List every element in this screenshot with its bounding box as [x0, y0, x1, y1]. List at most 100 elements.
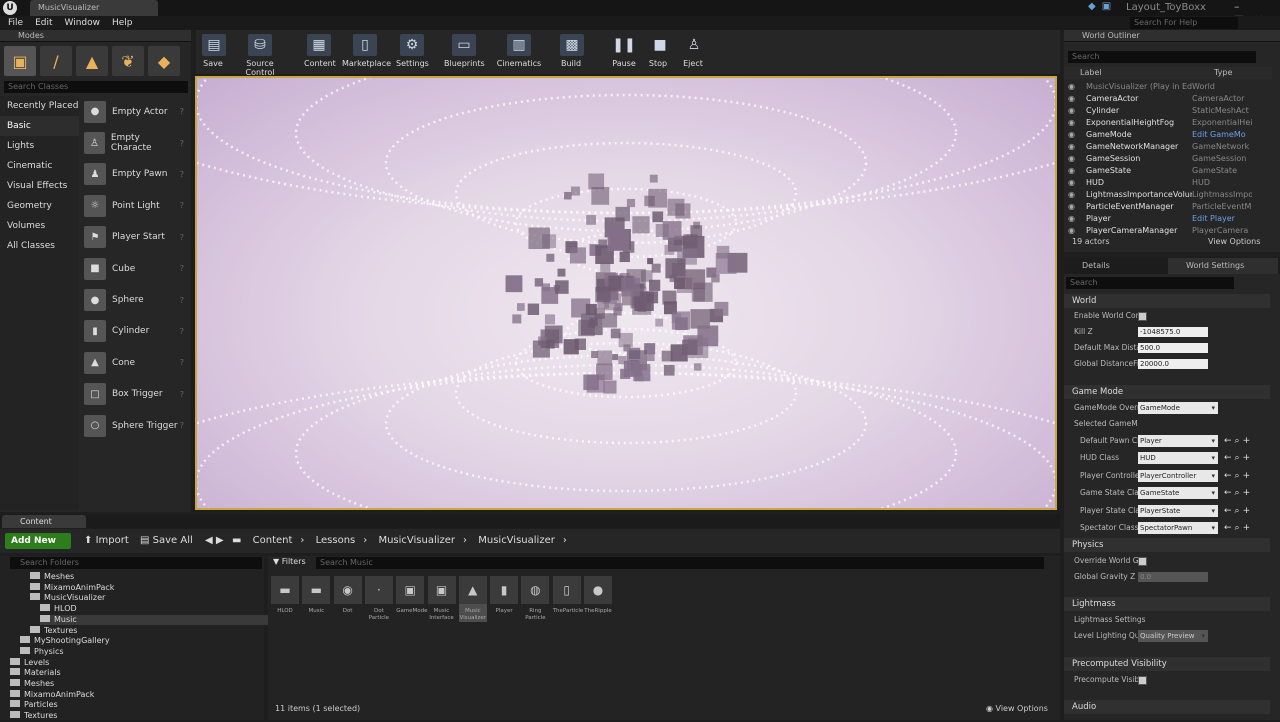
help-icon[interactable]: ?: [180, 421, 184, 430]
asset-search-input[interactable]: Search Music: [316, 557, 1044, 569]
col-label[interactable]: Label: [1080, 68, 1102, 77]
eye-icon[interactable]: ◉: [1068, 93, 1078, 105]
help-icon[interactable]: ?: [180, 201, 184, 210]
folder-search-input[interactable]: Search Folders: [10, 557, 262, 569]
class-point-light[interactable]: ☼ Point Light?: [80, 190, 190, 221]
cinematics-button[interactable]: ▥ Cinematics: [496, 34, 542, 68]
folder-item[interactable]: MixamoAnimPack: [10, 689, 94, 701]
settings-button[interactable]: ⚙ Settings: [396, 34, 429, 68]
filters-button[interactable]: ▼ Filters: [273, 557, 306, 566]
folder-item[interactable]: HLOD: [40, 604, 77, 615]
help-icon[interactable]: ?: [180, 264, 184, 273]
browse-icon[interactable]: ←⌕+: [1224, 468, 1253, 484]
class-dropdown[interactable]: PlayerState: [1138, 504, 1218, 517]
eye-icon[interactable]: ◉: [1068, 153, 1078, 165]
blueprints-button[interactable]: ▭ Blueprints: [444, 34, 485, 68]
outliner-row[interactable]: ◉ GameSession GameSession: [1068, 153, 1268, 165]
browse-icon[interactable]: ←⌕+: [1224, 433, 1253, 449]
lighting-quality-dropdown[interactable]: Quality Preview: [1138, 630, 1208, 642]
class-dropdown[interactable]: PlayerController: [1138, 469, 1218, 482]
browse-icon[interactable]: ←⌕+: [1224, 450, 1253, 466]
outliner-row[interactable]: ◉ ExponentialHeightFog ExponentialHei: [1068, 117, 1268, 129]
level-viewport[interactable]: [195, 76, 1057, 510]
category-visual-effects[interactable]: Visual Effects: [0, 176, 79, 196]
class-sphere[interactable]: ● Sphere?: [80, 284, 190, 315]
prop-lightmass-settings[interactable]: Lightmass Settings: [1064, 612, 1270, 628]
class-dropdown[interactable]: Player: [1138, 435, 1218, 447]
breadcrumb-musicvisualizer-sub[interactable]: MusicVisualizer: [478, 535, 555, 546]
folder-item[interactable]: MixamoAnimPack: [30, 582, 114, 594]
folder-item[interactable]: Meshes: [30, 572, 74, 583]
class-player-start[interactable]: ⚑ Player Start?: [80, 222, 190, 253]
folder-item[interactable]: Particles: [10, 700, 58, 711]
browse-icon[interactable]: ←⌕+: [1224, 485, 1253, 501]
browse-icon[interactable]: ←⌕+: [1224, 503, 1253, 519]
menu-help[interactable]: Help: [112, 18, 133, 28]
save-all-button[interactable]: ▤ Save All: [140, 533, 193, 549]
folder-item[interactable]: Materials: [10, 668, 61, 679]
history-nav[interactable]: ◀ ▶: [205, 533, 224, 549]
notifications-icon[interactable]: ▣: [1102, 1, 1111, 12]
help-icon[interactable]: ?: [180, 390, 184, 399]
eye-icon[interactable]: ◉: [1068, 129, 1078, 141]
class-empty-character[interactable]: ♙ Empty Characte?: [80, 127, 190, 158]
breadcrumb-musicvisualizer[interactable]: MusicVisualizer: [378, 535, 455, 546]
section-lightmass[interactable]: Lightmass: [1064, 597, 1270, 611]
help-icon[interactable]: ?: [180, 139, 184, 148]
eye-icon[interactable]: ◉: [1068, 81, 1078, 93]
category-all-classes[interactable]: All Classes: [0, 236, 79, 256]
unreal-logo-icon[interactable]: U: [3, 1, 17, 15]
geometry-mode-icon[interactable]: ◆: [148, 46, 180, 76]
folder-item[interactable]: Textures: [30, 625, 77, 637]
col-type[interactable]: Type: [1214, 68, 1232, 77]
landscape-mode-icon[interactable]: ▲: [76, 46, 108, 76]
asset-tile[interactable]: ◍ Ring Particle: [521, 576, 550, 622]
actor-type[interactable]: Edit GameMo: [1192, 129, 1252, 141]
class-sphere-trigger[interactable]: ○ Sphere Trigger?: [80, 410, 190, 441]
breadcrumb-lessons[interactable]: Lessons: [316, 535, 356, 546]
menu-window[interactable]: Window: [65, 18, 101, 28]
asset-tile[interactable]: ◉ Dot: [333, 576, 362, 615]
menu-edit[interactable]: Edit: [35, 18, 52, 28]
class-cone[interactable]: ▲ Cone?: [80, 347, 190, 378]
actor-type[interactable]: Edit Player: [1192, 213, 1252, 225]
outliner-row[interactable]: ◉ ParticleEventManager ParticleEventM: [1068, 201, 1268, 213]
asset-tile[interactable]: ▮ Player: [490, 576, 519, 615]
checkbox[interactable]: [1138, 557, 1147, 566]
help-search-input[interactable]: Search For Help: [1130, 17, 1238, 29]
class-dropdown[interactable]: GameState: [1138, 487, 1218, 500]
source-control-button[interactable]: ⛁ Source Control: [232, 34, 288, 77]
forward-icon[interactable]: ▶: [216, 535, 224, 546]
asset-tile[interactable]: ▣ Music Interface: [427, 576, 456, 622]
stop-button[interactable]: ■ Stop: [648, 34, 668, 68]
marketplace-button[interactable]: ▯ Marketplace: [342, 34, 391, 68]
checkbox[interactable]: [1138, 676, 1147, 685]
category-basic[interactable]: Basic: [0, 116, 79, 136]
class-search-input[interactable]: Search Classes: [4, 81, 188, 93]
eye-icon[interactable]: ◉: [1068, 105, 1078, 117]
outliner-search-input[interactable]: Search: [1068, 51, 1256, 63]
outliner-row[interactable]: ◉ GameState GameState: [1068, 165, 1268, 177]
section-physics[interactable]: Physics: [1064, 538, 1270, 552]
eye-icon[interactable]: ◉: [1068, 177, 1078, 189]
outliner-row[interactable]: ◉ LightmassImportanceVolume LightmassImpo: [1068, 189, 1268, 201]
folder-item[interactable]: MusicVisualizer: [30, 593, 105, 604]
asset-tile[interactable]: ▣ GameMode: [396, 576, 428, 615]
outliner-row[interactable]: ◉ GameMode Edit GameMo: [1068, 129, 1268, 141]
asset-tile[interactable]: ● TheRipple: [584, 576, 612, 615]
section-world[interactable]: World: [1064, 294, 1270, 308]
eject-button[interactable]: ♙ Eject: [682, 34, 704, 68]
minimize-icon[interactable]: –: [1234, 0, 1240, 13]
foliage-mode-icon[interactable]: ❦: [112, 46, 144, 76]
outliner-row[interactable]: ◉ CameraActor CameraActor: [1068, 93, 1268, 105]
class-cube[interactable]: ■ Cube?: [80, 253, 190, 284]
class-dropdown[interactable]: SpectatorPawn: [1138, 522, 1218, 534]
outliner-row[interactable]: ◉ GameNetworkManager GameNetwork: [1068, 141, 1268, 153]
import-button[interactable]: ⬆ Import: [84, 533, 129, 549]
asset-tile[interactable]: ▬ Music: [302, 576, 331, 615]
content-view-options[interactable]: ◉ View Options: [986, 704, 1048, 713]
class-box-trigger[interactable]: □ Box Trigger?: [80, 379, 190, 410]
document-tab[interactable]: MusicVisualizer: [30, 0, 158, 16]
eye-icon[interactable]: ◉: [1068, 201, 1078, 213]
content-browser-tab[interactable]: Content Browser: [2, 515, 86, 539]
